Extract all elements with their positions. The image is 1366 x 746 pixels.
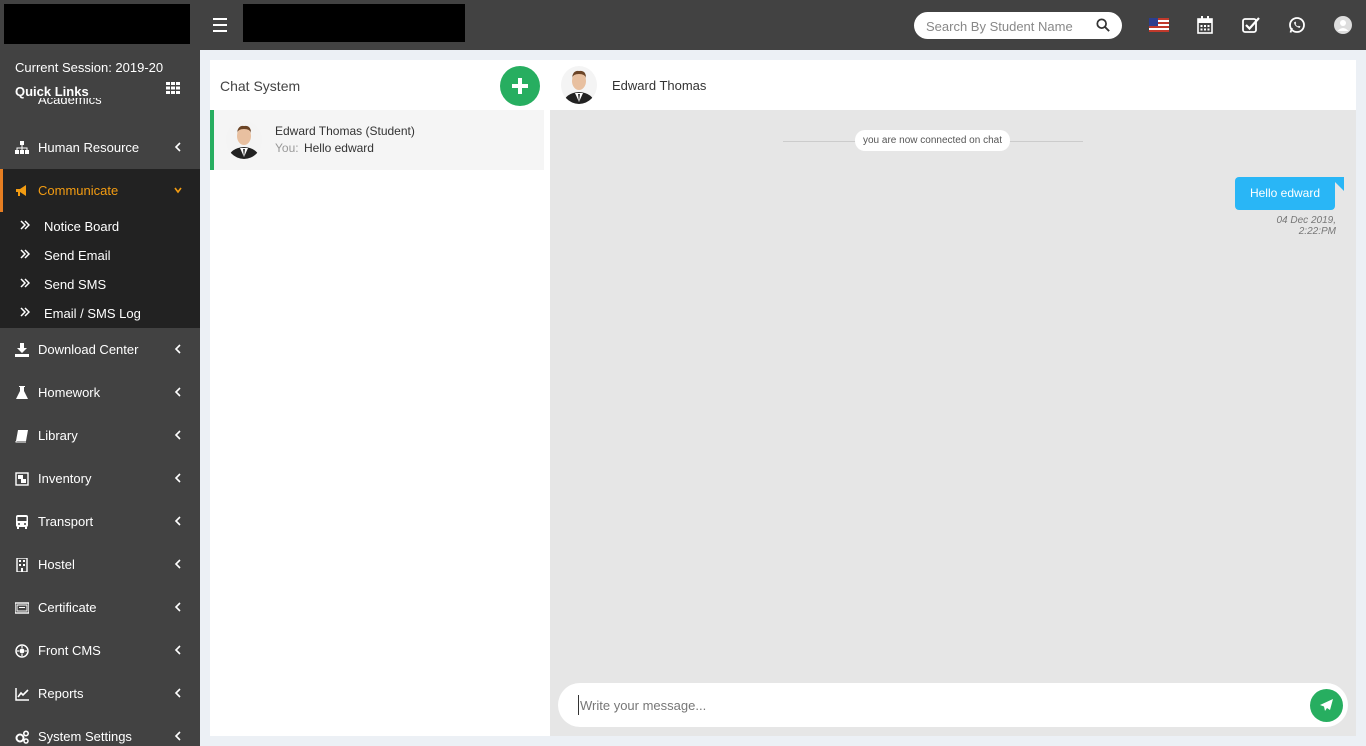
student-search-input[interactable] — [926, 17, 1076, 35]
last-message-text: Hello edward — [303, 141, 374, 155]
submenu-label: Notice Board — [44, 219, 120, 234]
object-group-icon — [15, 472, 29, 486]
sidebar-toggle-icon[interactable] — [213, 18, 227, 32]
angle-double-right-icon — [20, 307, 30, 317]
chat-list-title: Chat System — [220, 78, 301, 94]
chevron-left-icon — [174, 645, 181, 655]
submenu-label: Send Email — [44, 248, 111, 263]
cog-circle-icon — [15, 644, 29, 658]
chevron-left-icon — [174, 473, 181, 483]
system-notice: you are now connected on chat — [855, 130, 1010, 151]
chevron-left-icon — [174, 142, 181, 152]
chevron-left-icon — [174, 344, 181, 354]
message-input[interactable] — [578, 695, 1278, 715]
communicate-submenu: Notice Board Send Email Send SMS Email /… — [0, 212, 200, 328]
user-avatar-icon[interactable] — [1333, 15, 1353, 35]
conversation-header: Edward Thomas — [550, 60, 1356, 110]
bullhorn-icon — [16, 185, 26, 196]
check-square-icon[interactable] — [1241, 15, 1261, 35]
angle-double-right-icon — [20, 249, 30, 259]
book-icon — [15, 430, 28, 443]
current-session[interactable]: Current Session: 2019-20 — [15, 60, 163, 75]
line-chart-icon — [15, 688, 29, 701]
submenu-label: Send SMS — [44, 277, 107, 292]
message-bubble: Hello edward — [1235, 177, 1335, 210]
chevron-left-icon — [174, 387, 181, 397]
sidebar-item-certificate[interactable]: Certificate — [0, 586, 200, 629]
bus-icon — [16, 515, 28, 529]
sidebar-item-academics-partial[interactable]: Academics — [15, 98, 102, 108]
sidebar-item-label: Human Resource — [38, 140, 140, 155]
sidebar-item-label: Communicate — [38, 183, 119, 198]
chevron-left-icon — [174, 559, 181, 569]
sidebar-item-library[interactable]: Library — [0, 414, 200, 457]
logo-redacted[interactable] — [4, 4, 190, 44]
chevron-left-icon — [174, 602, 181, 612]
submenu-label: Email / SMS Log — [44, 306, 141, 321]
conversation-panel: Edward Thomas you are now connected on c… — [550, 60, 1356, 736]
certificate-icon — [15, 602, 29, 614]
sidebar-item-transport[interactable]: Transport — [0, 500, 200, 543]
school-name-redacted — [243, 4, 465, 42]
angle-double-right-icon — [20, 220, 30, 230]
chevron-left-icon — [174, 688, 181, 698]
sidebar-item-label: Download Center — [38, 342, 139, 357]
flask-icon — [16, 386, 28, 399]
submenu-send-sms[interactable]: Send SMS — [0, 270, 200, 299]
new-chat-button[interactable] — [500, 66, 540, 106]
quick-links[interactable]: Quick Links — [15, 84, 89, 99]
angle-double-right-icon — [20, 278, 30, 288]
you-prefix: You: — [275, 141, 299, 155]
chevron-left-icon — [174, 731, 181, 741]
message-composer — [558, 683, 1348, 727]
sidebar-item-label: System Settings — [38, 729, 132, 744]
download-icon — [15, 343, 29, 357]
whatsapp-icon[interactable] — [1287, 15, 1307, 35]
sidebar-item-homework[interactable]: Homework — [0, 371, 200, 414]
chat-contact-item[interactable]: Edward Thomas (Student) You: Hello edwar… — [210, 110, 544, 170]
student-search — [914, 12, 1122, 39]
sidebar-item-system-settings[interactable]: System Settings — [0, 715, 200, 746]
submenu-send-email[interactable]: Send Email — [0, 241, 200, 270]
sidebar-item-front-cms[interactable]: Front CMS — [0, 629, 200, 672]
contact-name: Edward Thomas (Student) — [275, 124, 415, 138]
sidebar-item-hostel[interactable]: Hostel — [0, 543, 200, 586]
chat-list-panel: Chat System Edward Thomas (Student) You:… — [210, 60, 550, 736]
sidebar-item-communicate[interactable]: Communicate — [0, 169, 200, 212]
search-icon[interactable] — [1096, 18, 1110, 32]
submenu-email-sms-log[interactable]: Email / SMS Log — [0, 299, 200, 328]
submenu-notice-board[interactable]: Notice Board — [0, 212, 200, 241]
sidebar-item-label: Reports — [38, 686, 84, 701]
sidebar-item-human-resource[interactable]: Human Resource — [0, 126, 200, 169]
message-timestamp: 04 Dec 2019, 2:22:PM — [1276, 215, 1337, 237]
calendar-icon[interactable] — [1195, 15, 1215, 35]
chevron-down-icon — [174, 187, 182, 194]
sidebar-item-reports[interactable]: Reports — [0, 672, 200, 715]
sidebar-item-label: Homework — [38, 385, 101, 400]
sidebar-item-label: Front CMS — [38, 643, 101, 658]
chevron-left-icon — [174, 516, 181, 526]
sitemap-icon — [15, 141, 29, 154]
sidebar-item-inventory[interactable]: Inventory — [0, 457, 200, 500]
sidebar-item-label: Library — [38, 428, 78, 443]
send-button[interactable] — [1310, 689, 1343, 722]
chevron-left-icon — [174, 430, 181, 440]
sidebar-item-label: Transport — [38, 514, 94, 529]
contact-avatar — [226, 121, 262, 159]
sidebar-item-label: Hostel — [38, 557, 75, 572]
us-flag-icon[interactable] — [1149, 15, 1169, 35]
gears-icon — [15, 730, 29, 744]
sidebar-item-label: Inventory — [38, 471, 92, 486]
conversation-avatar — [561, 66, 597, 104]
building-icon — [16, 558, 28, 572]
top-navbar — [0, 0, 1366, 50]
sidebar-item-download-center[interactable]: Download Center — [0, 328, 200, 371]
paper-plane-icon — [1320, 699, 1333, 711]
sidebar-item-label: Certificate — [38, 600, 97, 615]
conversation-name: Edward Thomas — [612, 78, 707, 93]
sidebar: Current Session: 2019-20 Quick Links Aca… — [0, 50, 200, 746]
contact-last-message: You: Hello edward — [275, 141, 374, 155]
grid-icon[interactable] — [166, 82, 180, 94]
plus-icon — [512, 78, 528, 94]
